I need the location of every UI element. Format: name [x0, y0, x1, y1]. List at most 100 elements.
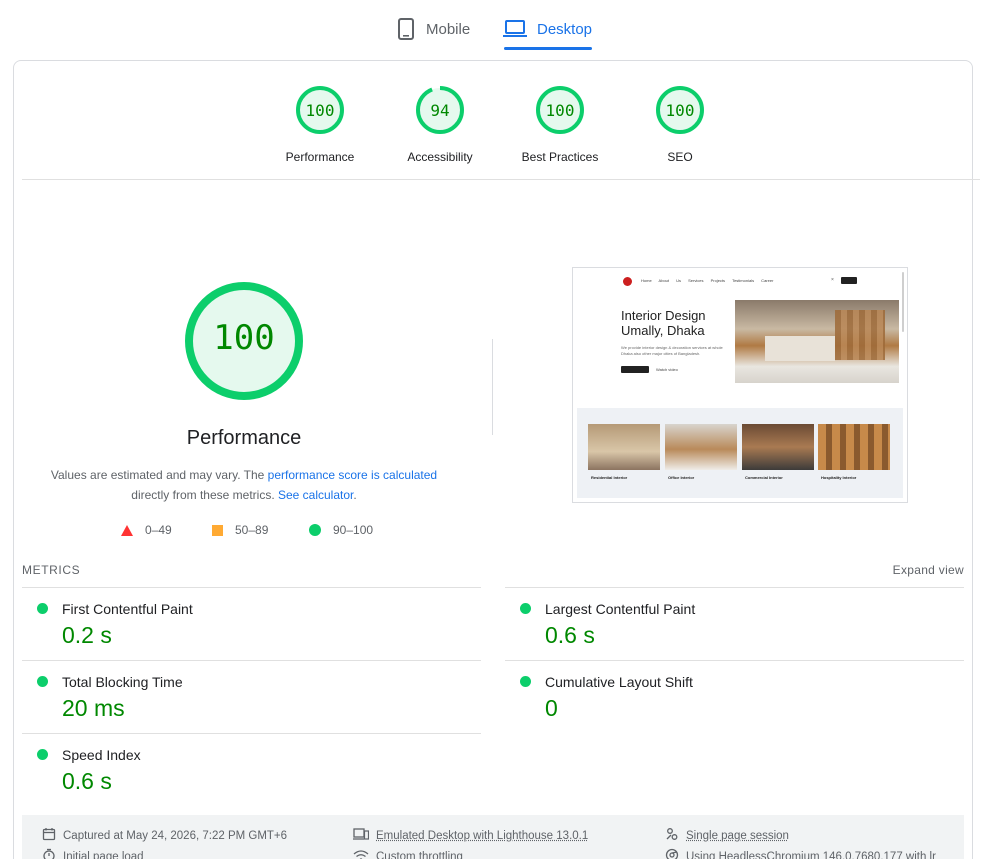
device-tabs: Mobile Desktop: [0, 0, 987, 52]
runtime-emulated[interactable]: Emulated Desktop with Lighthouse 13.0.1: [353, 827, 588, 844]
calendar-icon: [42, 827, 56, 844]
pass-circle-icon: [37, 676, 48, 687]
see-calculator-link[interactable]: See calculator: [278, 488, 353, 502]
metric-label: Total Blocking Time: [62, 674, 183, 690]
screenshot-hero-image: [735, 300, 899, 383]
screenshot-cta2: Watch video: [656, 367, 678, 372]
session-icon: [665, 827, 679, 844]
tab-mobile[interactable]: Mobile: [396, 10, 470, 48]
expand-view-button[interactable]: Expand view: [893, 563, 964, 577]
devices-icon: [353, 827, 369, 844]
legend-label: 0–49: [145, 523, 172, 537]
legend-fail: 0–49: [121, 523, 172, 537]
legend-average: 50–89: [212, 523, 268, 537]
timer-icon: [42, 848, 56, 859]
screenshot-card-image: [588, 424, 660, 470]
legend-label: 50–89: [235, 523, 268, 537]
circle-icon: [309, 524, 321, 536]
runtime-session[interactable]: Single page session: [665, 827, 789, 844]
gauge-score: 100: [535, 85, 585, 135]
gauge-score: 94: [415, 85, 465, 135]
metrics-header: METRICS Expand view: [22, 559, 964, 579]
gauge-performance[interactable]: 100 Performance: [260, 85, 380, 164]
screenshot-card-image: [818, 424, 890, 470]
triangle-icon: [121, 525, 133, 536]
runtime-load: Initial page load: [42, 848, 144, 859]
gauge-ring: 94: [415, 85, 465, 135]
metric-fcp: First Contentful Paint 0.2 s: [22, 587, 481, 660]
score-legend: 0–49 50–89 90–100: [114, 523, 414, 539]
metric-value: 0.2 s: [62, 622, 112, 649]
pass-circle-icon: [520, 603, 531, 614]
gauge-label: Accessibility: [380, 150, 500, 164]
heading-line: Umally, Dhaka: [621, 323, 705, 338]
screenshot-card-label: Office Interior: [668, 475, 694, 480]
logo-icon: [623, 277, 632, 286]
vertical-divider: [492, 339, 493, 435]
runtime-browser-text: Using HeadlessChromium 146.0.7680.177 wi…: [686, 851, 936, 859]
gauge-ring: 100: [655, 85, 705, 135]
runtime-settings: Captured at May 24, 2026, 7:22 PM GMT+6 …: [22, 815, 964, 859]
runtime-captured: Captured at May 24, 2026, 7:22 PM GMT+6: [42, 827, 287, 844]
metrics-title: METRICS: [22, 563, 80, 577]
final-screenshot[interactable]: Home About Us Services Projects Testimon…: [572, 267, 908, 503]
gauge-seo[interactable]: 100 SEO: [620, 85, 740, 164]
runtime-session-text: Single page session: [686, 830, 789, 842]
desktop-icon: [503, 19, 527, 39]
gauge-ring: 100: [295, 85, 345, 135]
heading-line: Interior Design: [621, 308, 706, 323]
metric-label: Cumulative Layout Shift: [545, 674, 693, 690]
metric-label: Largest Contentful Paint: [545, 601, 695, 617]
gauge-ring: 100: [535, 85, 585, 135]
performance-description: Values are estimated and may vary. The p…: [44, 465, 444, 505]
gauge-best-practices[interactable]: 100 Best Practices: [500, 85, 620, 164]
screenshot-close: ×: [831, 277, 834, 283]
metric-label: Speed Index: [62, 747, 141, 763]
metric-value: 20 ms: [62, 695, 125, 722]
runtime-captured-text: Captured at May 24, 2026, 7:22 PM GMT+6: [63, 830, 287, 842]
metric-speed-index: Speed Index 0.6 s: [22, 733, 481, 806]
screenshot-card-image: [665, 424, 737, 470]
gauge-label: Performance: [260, 150, 380, 164]
tab-desktop-label: Desktop: [537, 21, 592, 38]
pass-circle-icon: [37, 749, 48, 760]
desc-text: .: [353, 488, 356, 502]
metric-value: 0: [545, 695, 558, 722]
gauge-label: Best Practices: [500, 150, 620, 164]
screenshot-paragraph: We provide interior design & decoration …: [621, 345, 733, 357]
performance-title: Performance: [44, 427, 444, 450]
desc-text: directly from these metrics.: [131, 488, 278, 502]
metric-value: 0.6 s: [545, 622, 595, 649]
screenshot-heading: Interior Design Umally, Dhaka: [621, 308, 706, 338]
mobile-icon: [396, 17, 416, 41]
runtime-load-text: Initial page load: [63, 851, 144, 859]
screenshot-scrollbar: [902, 272, 904, 332]
metric-label: First Contentful Paint: [62, 601, 193, 617]
big-gauge-score: 100: [184, 281, 304, 401]
tab-mobile-label: Mobile: [426, 21, 470, 38]
runtime-throttling-text: Custom throttling: [376, 851, 463, 859]
screenshot-card-image: [742, 424, 814, 470]
screenshot-nav: Home About Us Services Projects Testimon…: [623, 277, 853, 285]
report-card: 100 Performance 94 Accessibility 100 Bes…: [13, 60, 973, 859]
square-icon: [212, 525, 223, 536]
screenshot-card-label: Residential Interior: [591, 475, 627, 480]
screenshot-card-label: Commercial Interior: [745, 475, 783, 480]
performance-big-gauge: 100: [184, 281, 304, 401]
wifi-icon: [353, 848, 369, 859]
pass-circle-icon: [520, 676, 531, 687]
category-gauges: 100 Performance 94 Accessibility 100 Bes…: [22, 61, 980, 180]
pass-circle-icon: [37, 603, 48, 614]
screenshot-cta: [621, 366, 649, 373]
metric-tbt: Total Blocking Time 20 ms: [22, 660, 481, 733]
runtime-browser[interactable]: Using HeadlessChromium 146.0.7680.177 wi…: [665, 848, 936, 859]
legend-pass: 90–100: [309, 523, 373, 537]
gauge-score: 100: [655, 85, 705, 135]
tab-desktop[interactable]: Desktop: [503, 10, 592, 48]
gauge-accessibility[interactable]: 94 Accessibility: [380, 85, 500, 164]
desc-text: Values are estimated and may vary. The: [51, 468, 268, 482]
tab-selected-indicator: [504, 47, 592, 50]
score-calculated-link[interactable]: performance score is calculated: [268, 468, 437, 482]
runtime-throttling[interactable]: Custom throttling: [353, 848, 463, 859]
screenshot-card-label: Hospitality Interior: [821, 475, 856, 480]
